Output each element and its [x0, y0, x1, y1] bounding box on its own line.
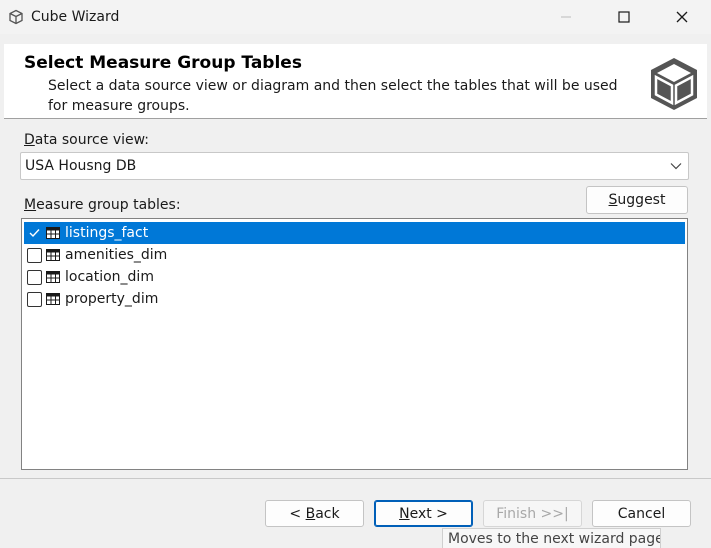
- list-item[interactable]: property_dim: [24, 288, 685, 310]
- suggest-label: uggest: [617, 192, 666, 208]
- suggest-access-key: S: [608, 192, 618, 208]
- next-button[interactable]: Next >: [374, 500, 473, 527]
- list-item[interactable]: listings_fact: [24, 222, 685, 244]
- checkbox[interactable]: [27, 247, 42, 263]
- minimize-button[interactable]: [537, 0, 595, 34]
- window-title: Cube Wizard: [31, 9, 120, 25]
- checkbox[interactable]: [27, 291, 42, 307]
- checkmark-icon: [29, 229, 40, 238]
- wizard-header: Select Measure Group Tables Select a dat…: [4, 44, 707, 119]
- back-prefix: <: [289, 505, 306, 522]
- table-icon: [46, 293, 60, 305]
- back-button[interactable]: < Back: [265, 500, 364, 527]
- list-item[interactable]: location_dim: [24, 266, 685, 288]
- back-access-key: B: [305, 505, 316, 522]
- table-icon: [46, 249, 60, 261]
- data-source-access-key: D: [24, 132, 35, 148]
- list-item[interactable]: amenities_dim: [24, 244, 685, 266]
- table-icon: [46, 227, 60, 239]
- data-source-label-text: ata source view:: [34, 132, 150, 148]
- finish-button[interactable]: Finish >>|: [483, 500, 582, 527]
- measure-tables-access-key: M: [24, 197, 37, 213]
- minimize-icon: [561, 16, 571, 18]
- measure-group-tables-label: Measure group tables:: [24, 197, 181, 213]
- measure-group-tables-list[interactable]: listings_fact amenities_dim location_dim…: [21, 218, 688, 470]
- table-name: listings_fact: [65, 225, 149, 241]
- footer-divider: [0, 478, 711, 479]
- table-name: amenities_dim: [65, 247, 168, 263]
- next-label: ext >: [409, 505, 448, 522]
- chevron-down-icon: [670, 163, 682, 170]
- data-source-view-label: Data source view:: [24, 132, 149, 148]
- page-title: Select Measure Group Tables: [24, 53, 302, 73]
- suggest-button[interactable]: Suggest: [586, 186, 688, 214]
- page-description: Select a data source view or diagram and…: [48, 78, 618, 114]
- next-button-tooltip: Moves to the next wizard page: [442, 528, 661, 548]
- measure-tables-label-text: easure group tables:: [36, 197, 181, 213]
- back-label: ack: [315, 505, 340, 522]
- checkbox[interactable]: [27, 269, 42, 285]
- data-source-view-select[interactable]: USA Housng DB: [20, 152, 689, 180]
- table-name: property_dim: [65, 291, 159, 307]
- maximize-icon: [618, 11, 630, 23]
- maximize-button[interactable]: [595, 0, 653, 34]
- next-access-key: N: [399, 505, 410, 522]
- finish-label: Finish >>|: [496, 505, 569, 522]
- cancel-label: Cancel: [617, 505, 666, 522]
- close-icon: [676, 11, 688, 23]
- table-icon: [46, 271, 60, 283]
- title-bar: Cube Wizard: [0, 0, 711, 34]
- cube-logo-icon: [651, 58, 697, 110]
- table-name: location_dim: [65, 269, 154, 285]
- checkbox-checked[interactable]: [27, 226, 42, 241]
- cube-icon: [9, 9, 23, 25]
- data-source-view-value: USA Housng DB: [25, 158, 137, 174]
- close-button[interactable]: [653, 0, 711, 34]
- cancel-button[interactable]: Cancel: [592, 500, 691, 527]
